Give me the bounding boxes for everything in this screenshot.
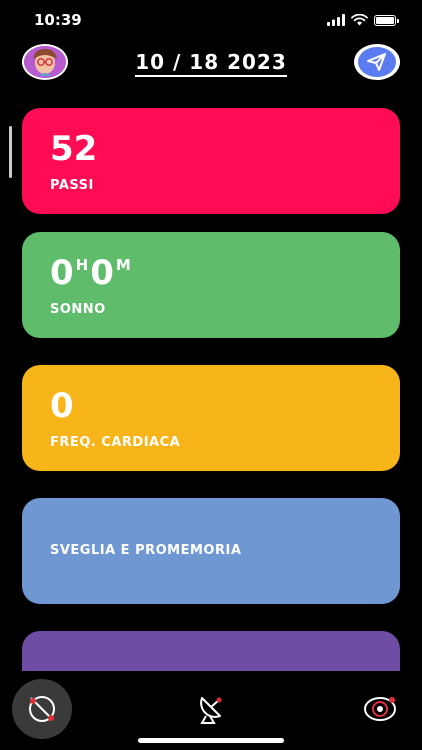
sleep-hours-unit: H — [75, 256, 89, 274]
target-eye-icon — [364, 697, 396, 721]
status-bar: 10:39 — [0, 0, 422, 44]
steps-value: 52 — [50, 129, 98, 169]
sleep-label: SONNO — [50, 302, 106, 317]
tab-target[interactable] — [350, 679, 410, 739]
activity-orbit-icon — [29, 696, 55, 722]
heart-rate-label: FREQ. CARDIACA — [50, 435, 181, 450]
scroll-indicator[interactable] — [9, 126, 12, 178]
sleep-hours: 0 — [50, 253, 74, 293]
header: 10 / 18 2023 — [0, 44, 422, 94]
tab-activity[interactable] — [12, 679, 72, 739]
heart-rate-card[interactable]: 0 FREQ. CARDIACA — [22, 365, 400, 471]
home-indicator[interactable] — [138, 738, 284, 743]
steps-label: PASSI — [50, 178, 94, 193]
steps-card[interactable]: 52 PASSI — [22, 108, 400, 214]
status-time: 10:39 — [34, 11, 82, 29]
sleep-value: 0 H0 M — [50, 256, 133, 290]
wifi-icon — [351, 14, 368, 26]
tab-satellite[interactable] — [181, 679, 241, 739]
heart-rate-value: 0 — [50, 386, 74, 426]
send-button[interactable] — [354, 44, 400, 80]
sleep-card[interactable]: 0 H0 M SONNO — [22, 232, 400, 338]
paper-plane-icon — [367, 53, 386, 71]
signal-icon — [327, 14, 345, 26]
battery-icon — [374, 14, 399, 26]
sleep-minutes-unit: M — [115, 256, 131, 274]
status-icons — [327, 14, 399, 26]
alarm-reminder-label: SVEGLIA E PROMEMORIA — [50, 543, 242, 558]
sleep-minutes: 0 — [90, 253, 114, 293]
date-text: 10 / 18 2023 — [135, 50, 287, 77]
satellite-dish-icon — [200, 697, 222, 724]
alarm-reminder-card[interactable]: SVEGLIA E PROMEMORIA — [22, 498, 400, 604]
